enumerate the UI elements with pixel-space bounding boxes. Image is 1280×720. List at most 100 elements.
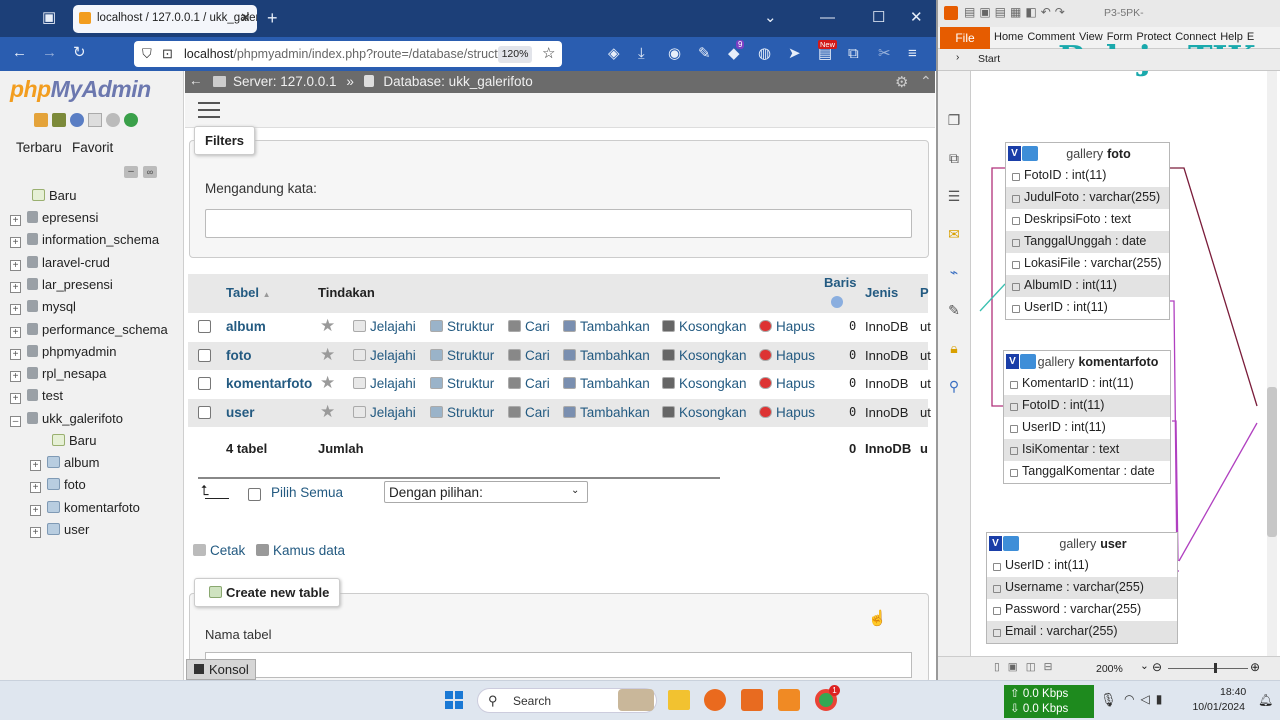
- action-structure[interactable]: Struktur: [430, 376, 494, 391]
- security-panel-icon[interactable]: 🔒︎: [938, 329, 970, 367]
- row-checkbox[interactable]: [198, 405, 211, 419]
- zoom-level[interactable]: 120%: [498, 46, 532, 63]
- extensions-icon[interactable]: ⧉: [848, 44, 859, 64]
- tree-db-item[interactable]: + test: [10, 388, 63, 405]
- comments-panel-icon[interactable]: ✉: [938, 215, 970, 253]
- minimize-icon[interactable]: —: [820, 8, 835, 28]
- action-empty[interactable]: Kosongkan: [662, 405, 747, 420]
- logout-icon[interactable]: [52, 113, 66, 127]
- reload-icon[interactable]: ↻: [73, 43, 86, 63]
- action-browse[interactable]: Jelajahi: [353, 376, 416, 391]
- zoom-out-icon[interactable]: ⊖: [1152, 660, 1162, 674]
- entity-field[interactable]: TanggalUnggah : date: [1006, 231, 1169, 253]
- action-browse[interactable]: Jelajahi: [353, 405, 416, 420]
- pages-panel-icon[interactable]: ⧉: [938, 139, 970, 177]
- entity-field[interactable]: FotoID : int(11): [1004, 395, 1170, 417]
- tree-db-item[interactable]: – ukk_galerifoto: [10, 411, 123, 427]
- with-selected-dropdown[interactable]: Dengan pilihan: ⌄: [384, 481, 588, 503]
- forward-icon[interactable]: →: [42, 43, 57, 63]
- action-search[interactable]: Cari: [508, 376, 550, 391]
- extension-icon[interactable]: ✎: [698, 44, 711, 64]
- action-insert[interactable]: Tambahkan: [563, 319, 650, 334]
- entity-field[interactable]: KomentarID : int(11): [1004, 373, 1170, 395]
- back-icon[interactable]: ←: [12, 43, 27, 63]
- expand-icon[interactable]: +: [10, 304, 21, 316]
- table-name-link[interactable]: komentarfoto: [226, 376, 312, 391]
- favorite-star-icon[interactable]: ★: [320, 316, 335, 336]
- expand-icon[interactable]: +: [10, 237, 21, 249]
- search-panel-icon[interactable]: ⚲: [938, 367, 970, 405]
- expand-icon[interactable]: +: [10, 393, 21, 405]
- action-search[interactable]: Cari: [508, 405, 550, 420]
- entity-field[interactable]: JudulFoto : varchar(255): [1006, 187, 1169, 209]
- row-checkbox[interactable]: [198, 320, 211, 333]
- pdf-file-tab[interactable]: File: [940, 27, 990, 49]
- tree-db-item[interactable]: + performance_schema: [10, 322, 168, 338]
- signatures-panel-icon[interactable]: ✎: [938, 291, 970, 329]
- entity-field[interactable]: AlbumID : int(11): [1006, 275, 1169, 297]
- tree-new-table[interactable]: Baru: [52, 433, 96, 448]
- data-dictionary-link[interactable]: Kamus data: [256, 543, 345, 558]
- maximize-icon[interactable]: ☐: [872, 8, 885, 28]
- favorite-star-icon[interactable]: ★: [320, 402, 335, 422]
- attachments-panel-icon[interactable]: ⌁: [938, 253, 970, 291]
- action-search[interactable]: Cari: [508, 319, 550, 334]
- pointer-icon[interactable]: ➤: [788, 44, 801, 64]
- action-structure[interactable]: Struktur: [430, 319, 494, 334]
- header-type[interactable]: Jenis: [865, 285, 898, 300]
- help-icon[interactable]: [70, 113, 84, 127]
- expand-icon[interactable]: +: [30, 526, 41, 538]
- tab-close-icon[interactable]: ✕: [240, 10, 251, 26]
- expand-icon[interactable]: +: [10, 348, 21, 360]
- settings-gear-icon[interactable]: ⚙: [895, 73, 908, 91]
- console-tab[interactable]: Konsol: [186, 659, 256, 680]
- bookmark-star-icon[interactable]: ☆: [542, 44, 555, 62]
- pocket-icon[interactable]: ◈: [608, 44, 620, 64]
- row-checkbox[interactable]: [198, 377, 211, 391]
- maximize-pane-icon[interactable]: ⌃: [920, 73, 932, 90]
- table-name-input[interactable]: [205, 652, 912, 678]
- tab-recent[interactable]: Terbaru: [12, 137, 66, 159]
- select-all-label[interactable]: Pilih Semua: [271, 485, 343, 500]
- action-empty[interactable]: Kosongkan: [662, 319, 747, 334]
- settings-icon[interactable]: [106, 113, 120, 127]
- expand-icon[interactable]: +: [30, 460, 41, 471]
- entity-field[interactable]: LokasiFile : varchar(255): [1006, 253, 1169, 275]
- home-icon[interactable]: [34, 113, 48, 127]
- action-drop[interactable]: Hapus: [759, 348, 815, 363]
- header-table[interactable]: Tabel ▲: [226, 285, 271, 300]
- action-insert[interactable]: Tambahkan: [563, 405, 650, 420]
- action-drop[interactable]: Hapus: [759, 319, 815, 334]
- entity-field[interactable]: UserID : int(11): [1004, 417, 1170, 439]
- account-icon[interactable]: ◉: [668, 44, 681, 64]
- pdf-zoom[interactable]: 200%: [1096, 663, 1123, 675]
- pma-logo[interactable]: phpMyAdmin: [10, 76, 151, 103]
- new-tab-icon[interactable]: +: [267, 8, 278, 28]
- link-icon[interactable]: ∞: [143, 166, 157, 178]
- view-mode-icons[interactable]: ▯▣◫⊟: [994, 661, 1060, 673]
- erd-entity[interactable]: Vgallery user UserID : int(11) Username : v…: [986, 532, 1178, 644]
- favorite-star-icon[interactable]: ★: [320, 373, 335, 393]
- entity-field[interactable]: DeskripsiFoto : text: [1006, 209, 1169, 231]
- clock-date[interactable]: 10/01/2024: [1190, 701, 1245, 713]
- expand-icon[interactable]: +: [30, 482, 41, 494]
- ribbon-tab[interactable]: Home: [994, 31, 1023, 43]
- windows-start-icon[interactable]: [445, 691, 463, 709]
- tree-db-item[interactable]: + lar_presensi: [10, 277, 113, 293]
- breadcrumb-server[interactable]: Server: 127.0.0.1: [233, 74, 337, 89]
- tree-table-item[interactable]: + user: [30, 522, 89, 538]
- table-name-link[interactable]: album: [226, 319, 266, 334]
- tree-db-item[interactable]: + epresensi: [10, 210, 98, 226]
- action-empty[interactable]: Kosongkan: [662, 348, 747, 363]
- tree-db-item[interactable]: + phpmyadmin: [10, 344, 116, 360]
- file-explorer-icon[interactable]: [668, 690, 690, 710]
- expand-icon[interactable]: +: [10, 259, 21, 271]
- table-name-link[interactable]: foto: [226, 348, 251, 363]
- tree-table-item[interactable]: + komentarfoto: [30, 500, 140, 516]
- collapse-arrow-icon[interactable]: ›: [956, 52, 959, 63]
- tab-overview-icon[interactable]: ▣: [42, 8, 56, 28]
- microphone-icon[interactable]: 🎙︎: [1100, 692, 1117, 708]
- clock-time[interactable]: 18:40: [1220, 686, 1246, 698]
- pdf-scrollbar[interactable]: [1267, 71, 1277, 656]
- layers-panel-icon[interactable]: ☰: [938, 177, 970, 215]
